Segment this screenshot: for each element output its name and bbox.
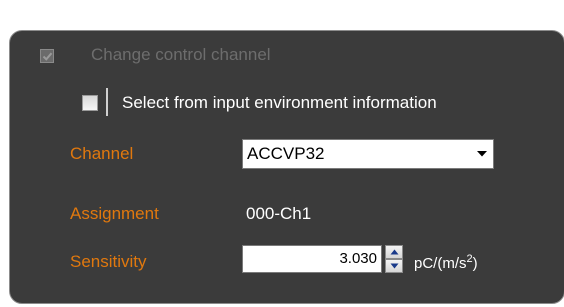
change-control-label: Change control channel [91, 45, 271, 64]
sensitivity-input[interactable]: 3.030 [242, 245, 382, 273]
sensitivity-spinner[interactable] [385, 245, 403, 273]
triangle-down-icon [390, 263, 398, 269]
env-select-label: Select from input environment informatio… [122, 93, 437, 112]
triangle-up-icon [390, 249, 398, 255]
chevron-down-icon[interactable] [471, 140, 493, 168]
sensitivity-unit: pC/(m/s2) [414, 253, 478, 272]
sensitivity-label: Sensitivity [70, 252, 147, 271]
assignment-label: Assignment [70, 204, 159, 223]
spin-up-button[interactable] [385, 245, 403, 259]
checkmark-icon [42, 52, 52, 61]
channel-dropdown[interactable]: ACCVP32 [242, 139, 494, 169]
separator [106, 88, 108, 116]
spin-down-button[interactable] [385, 259, 403, 273]
channel-label: Channel [70, 144, 134, 163]
assignment-value: 000-Ch1 [246, 204, 312, 223]
channel-selected-value: ACCVP32 [247, 144, 325, 163]
change-control-checkbox[interactable] [40, 49, 54, 63]
env-select-checkbox[interactable] [82, 95, 98, 111]
control-channel-panel: Change control channel Select from input… [9, 30, 564, 304]
